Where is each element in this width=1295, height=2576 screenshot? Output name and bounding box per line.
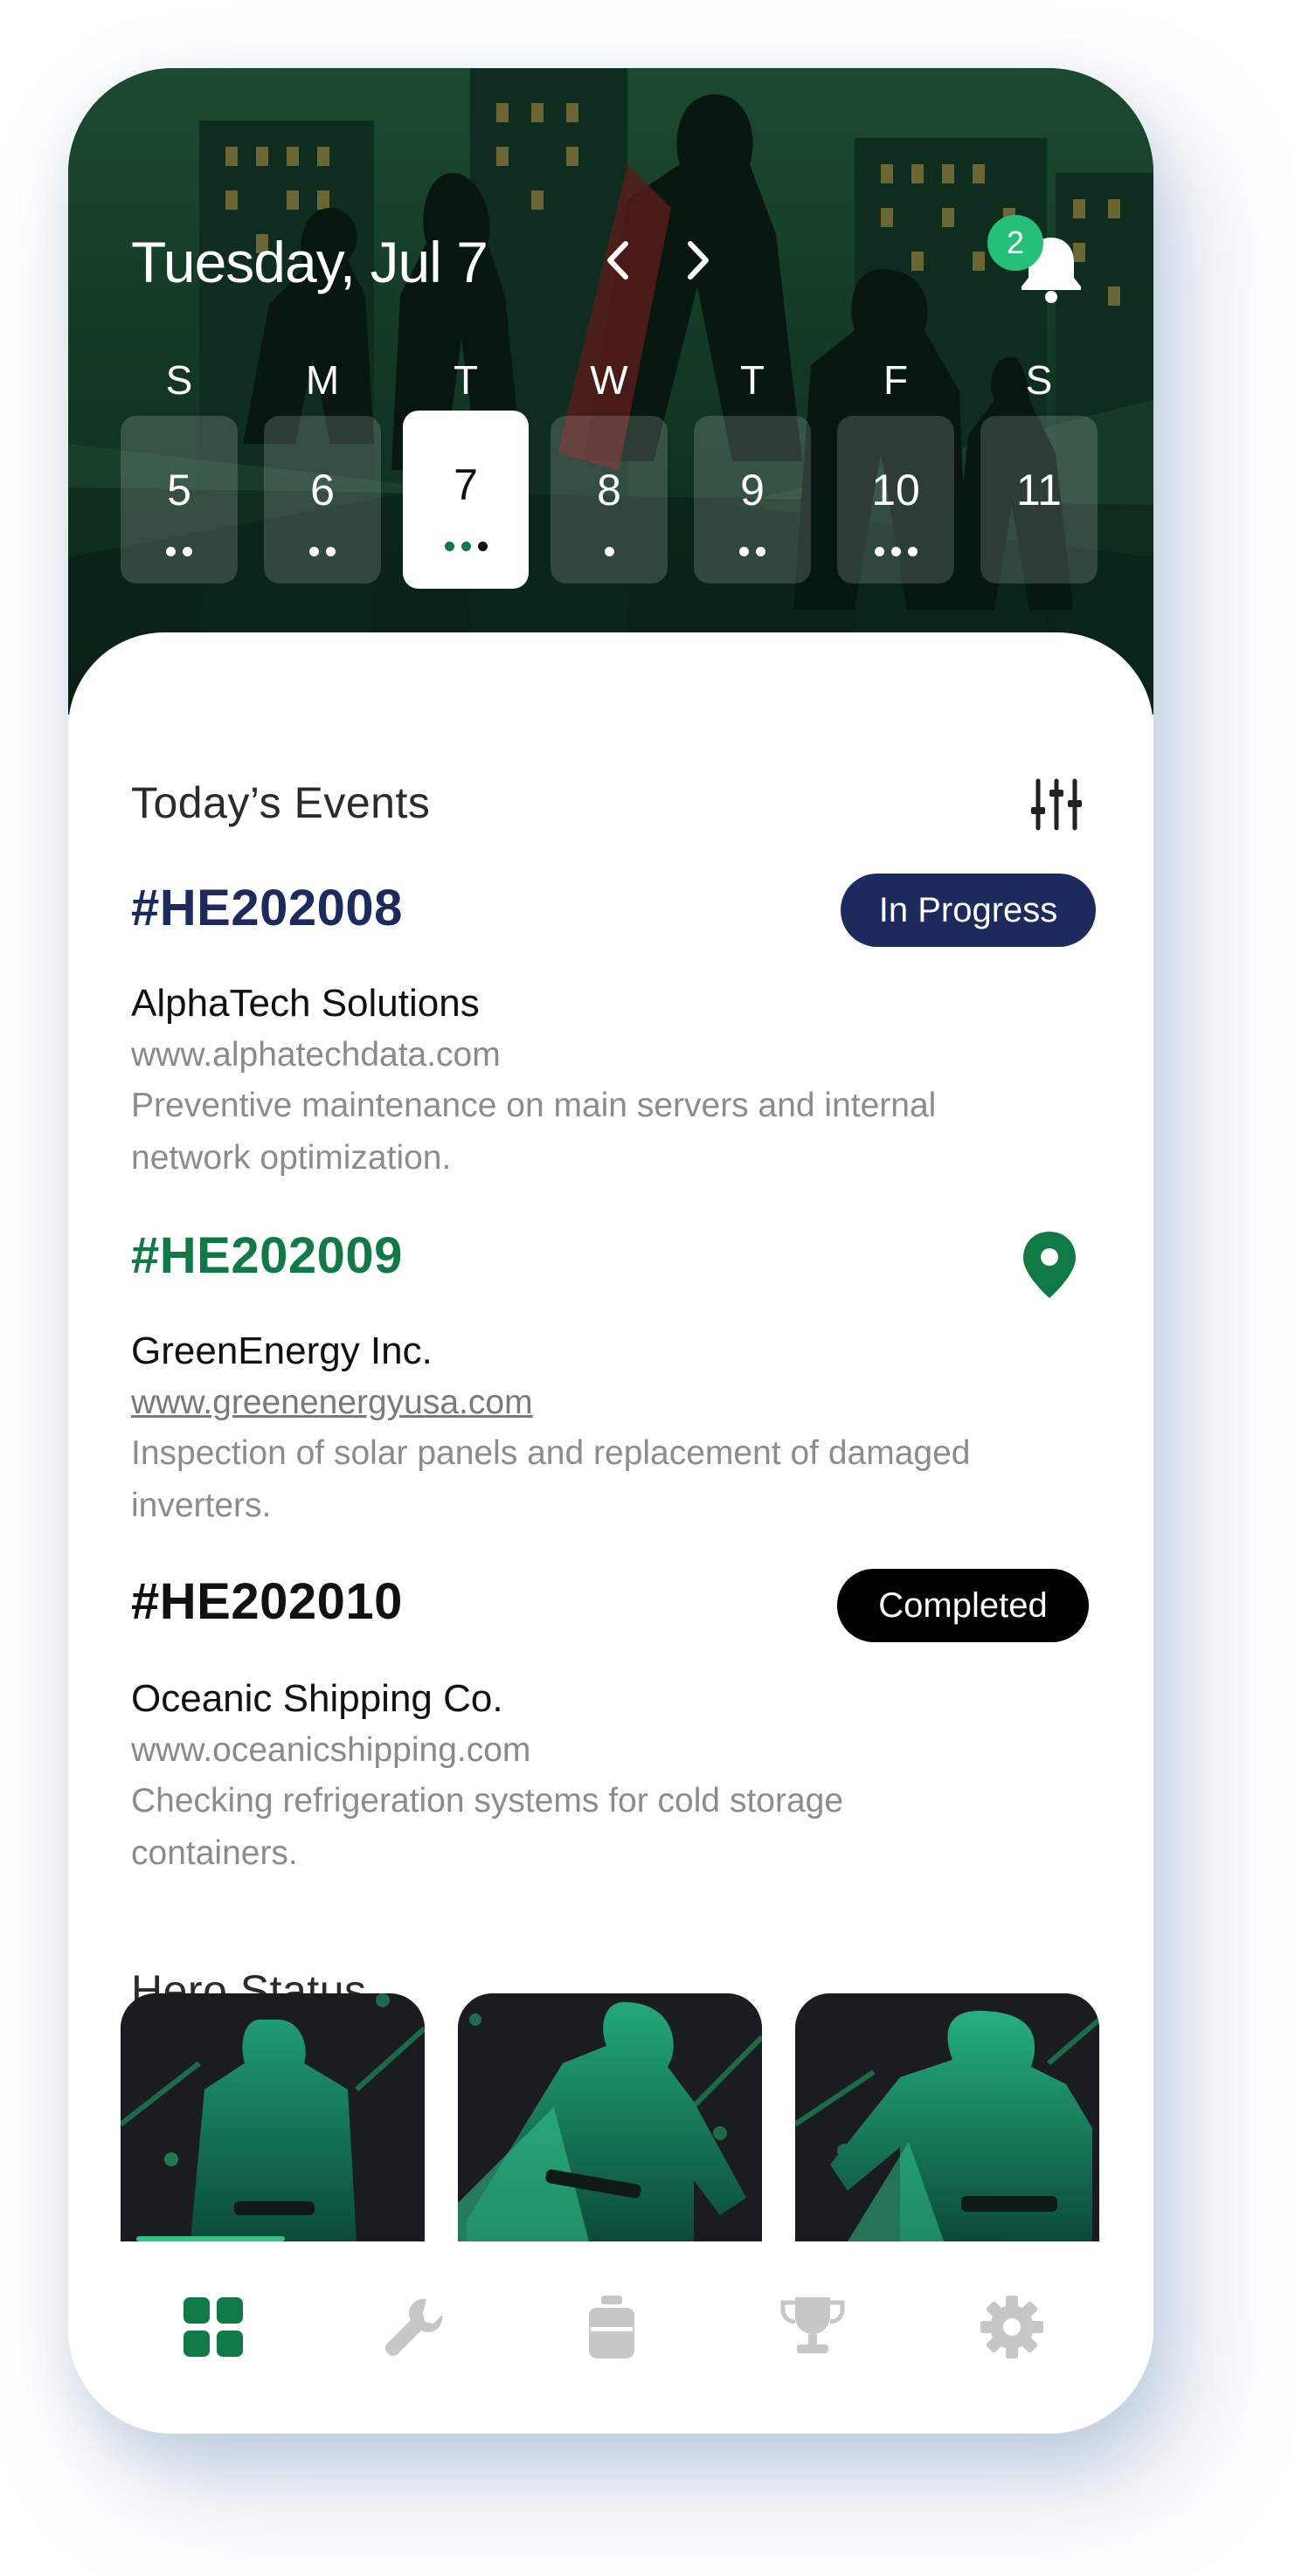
notification-count-badge: 2	[987, 215, 1043, 271]
weekday-label: S	[1025, 357, 1053, 403]
weekday-label: T	[453, 357, 479, 403]
event-url: www.oceanicshipping.com	[131, 1731, 531, 1769]
location-pin-icon[interactable]	[1021, 1230, 1078, 1300]
event-dot	[183, 547, 192, 556]
active-tab-indicator	[136, 2236, 285, 2241]
event-dot	[756, 547, 765, 556]
day-number: 10	[871, 466, 920, 515]
event-url-link[interactable]: www.greenenergyusa.com	[131, 1384, 533, 1422]
event-dot	[326, 547, 336, 556]
event-dot	[907, 547, 918, 556]
event-dots	[403, 542, 529, 551]
day-number: 7	[454, 460, 478, 509]
event-company: GreenEnergy Inc.	[131, 1329, 433, 1372]
gear-icon[interactable]	[979, 2294, 1045, 2360]
event-dot	[166, 547, 176, 556]
hero-illustration	[795, 1993, 1099, 2241]
weekday-label: W	[590, 357, 628, 403]
previous-day-button[interactable]	[592, 234, 645, 287]
day-number: 8	[597, 466, 621, 515]
status-badge-in-progress: In Progress	[841, 874, 1096, 947]
bottom-tab-bar	[68, 2243, 1153, 2434]
weekday-label: M	[305, 357, 340, 403]
day-cell[interactable]: 9	[694, 416, 811, 584]
weekday-label: T	[739, 357, 765, 403]
next-day-button[interactable]	[671, 234, 724, 287]
hero-illustration	[121, 1993, 425, 2241]
day-cell[interactable]: 5	[121, 416, 238, 584]
event-description: Preventive maintenance on main servers a…	[131, 1087, 937, 1177]
event-id[interactable]: #HE202010	[131, 1572, 403, 1631]
hero-illustration	[458, 1993, 762, 2241]
chevron-left-icon	[607, 241, 628, 280]
dashboard-icon[interactable]	[180, 2294, 246, 2360]
day-cell[interactable]: 6	[264, 416, 381, 584]
event-description: Checking refrigeration systems for cold …	[131, 1782, 844, 1872]
day-cell[interactable]: 8	[551, 416, 668, 584]
event-company: Oceanic Shipping Co.	[131, 1677, 503, 1720]
date-title: Tuesday, Jul 7	[131, 230, 488, 294]
weekday-label: S	[165, 357, 193, 403]
event-dot	[477, 542, 488, 551]
gas-cylinder-icon[interactable]	[578, 2294, 645, 2360]
day-number: 5	[167, 466, 191, 515]
weekday-label: F	[883, 357, 909, 403]
hero-card[interactable]	[121, 1993, 425, 2241]
event-dot	[890, 547, 901, 556]
event-dot	[461, 542, 471, 551]
trophy-icon[interactable]	[779, 2294, 846, 2360]
event-id[interactable]: #HE202009	[131, 1226, 403, 1285]
event-dots	[264, 547, 381, 556]
day-cell-selected[interactable]: 7	[403, 411, 529, 589]
event-dot	[444, 542, 454, 551]
chevron-right-icon	[688, 241, 709, 280]
event-dot	[874, 547, 884, 556]
todays-events-title: Today’s Events	[131, 778, 431, 827]
event-dots	[121, 547, 238, 556]
filter-sliders-icon[interactable]	[1029, 777, 1084, 832]
phone-frame: Tuesday, Jul 7 2 S 5 M 6 T 7 W 8 T 9 F 10 S 11 Today’…	[68, 68, 1153, 2434]
event-url: www.alphatechdata.com	[131, 1036, 501, 1074]
event-dot	[604, 547, 614, 556]
day-number: 6	[310, 466, 335, 515]
day-number: 11	[1016, 466, 1062, 515]
event-dots	[551, 547, 668, 556]
event-dot	[309, 547, 319, 556]
event-id[interactable]: #HE202008	[131, 879, 403, 937]
event-description: Inspection of solar panels and replaceme…	[131, 1434, 971, 1524]
day-cell[interactable]: 10	[837, 416, 954, 584]
event-dot	[739, 547, 749, 556]
event-dots	[837, 547, 954, 556]
hero-card[interactable]	[795, 1993, 1099, 2241]
hero-card[interactable]	[458, 1993, 762, 2241]
day-cell[interactable]: 11	[980, 416, 1098, 584]
event-dots	[694, 547, 811, 556]
day-number: 9	[740, 466, 765, 515]
event-company: AlphaTech Solutions	[131, 982, 480, 1025]
wrench-icon[interactable]	[381, 2294, 447, 2360]
calendar-header: Tuesday, Jul 7 2 S 5 M 6 T 7 W 8 T 9 F 10 S 11	[68, 68, 1153, 715]
status-badge-completed: Completed	[837, 1569, 1089, 1642]
